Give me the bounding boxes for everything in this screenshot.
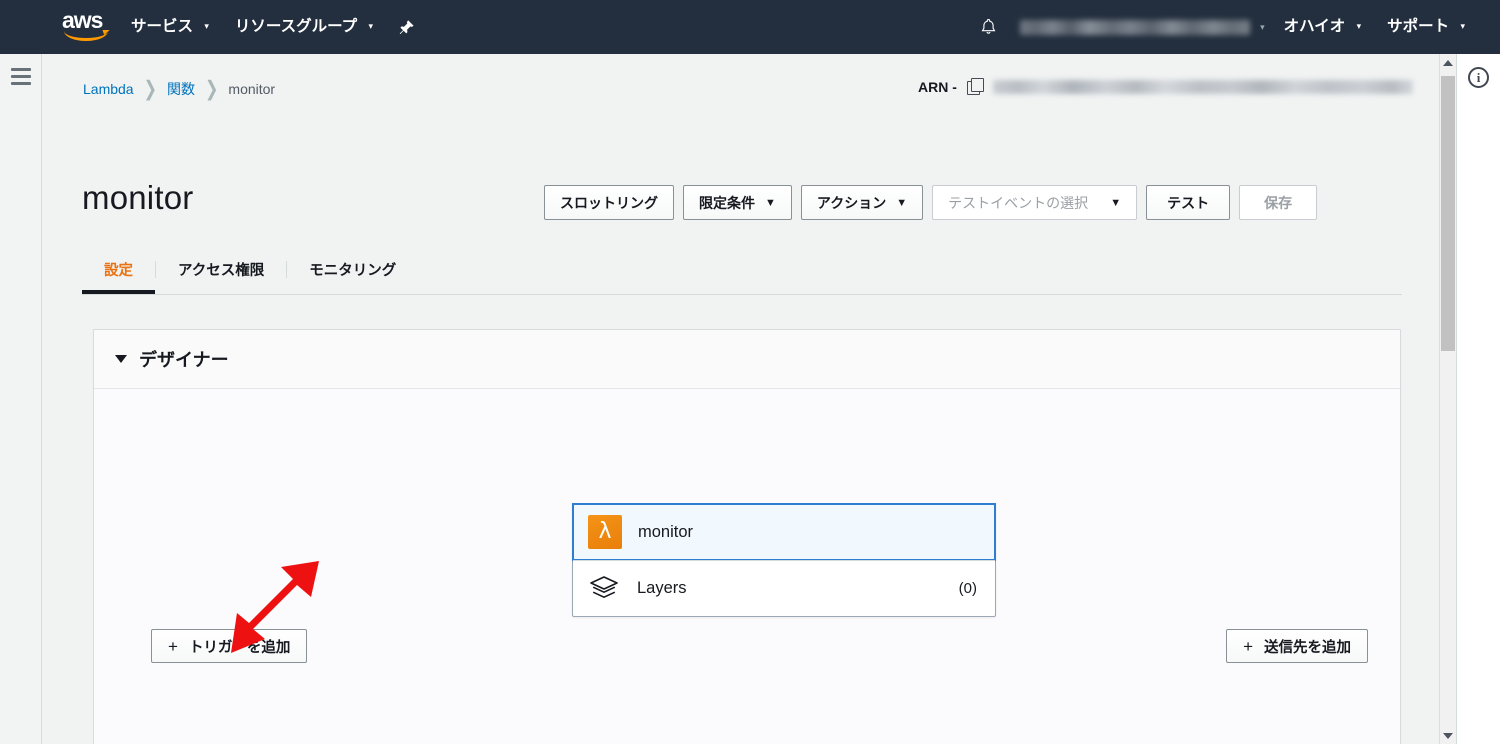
account-menu[interactable]: ▾ xyxy=(1008,0,1271,54)
region-label: オハイオ xyxy=(1283,18,1346,35)
layers-count: (0) xyxy=(958,580,977,597)
lambda-icon: λ xyxy=(588,515,622,549)
add-trigger-button[interactable]: + トリガーを追加 xyxy=(151,629,308,663)
hamburger-bar xyxy=(11,75,31,78)
nav-services[interactable]: サービス ▾ xyxy=(118,0,222,54)
designer-panel-title: デザイナー xyxy=(139,350,229,370)
nav-services-label: サービス xyxy=(131,18,194,35)
layers-node-label: Layers xyxy=(637,579,687,597)
function-node-monitor[interactable]: λ monitor xyxy=(572,503,996,561)
nav-right-group: ▾ オハイオ ▾ サポート ▾ xyxy=(968,0,1500,54)
page-title: monitor xyxy=(82,179,194,216)
main-content-area: Lambda ❯ 関数 ❯ monitor ARN - monitor スロット… xyxy=(42,54,1457,744)
hamburger-icon[interactable] xyxy=(11,68,31,89)
arn-display: ARN - xyxy=(918,78,1413,95)
designer-panel-header[interactable]: デザイナー xyxy=(94,330,1400,389)
tab-permissions-label: アクセス権限 xyxy=(178,263,265,279)
action-toolbar: スロットリング 限定条件 ▼ アクション ▼ テストイベントの選択 ▼ テスト … xyxy=(544,185,1318,220)
left-sidebar-rail xyxy=(0,54,42,744)
tab-monitoring-label: モニタリング xyxy=(309,263,397,279)
test-button[interactable]: テスト xyxy=(1146,185,1231,220)
tab-permissions[interactable]: アクセス権限 xyxy=(156,250,286,294)
tab-monitoring[interactable]: モニタリング xyxy=(287,250,418,294)
plus-icon: + xyxy=(168,636,178,656)
chevron-down-icon: ▼ xyxy=(1110,196,1122,209)
arn-value-redacted xyxy=(992,79,1413,94)
tab-bar-underline xyxy=(82,294,1402,295)
notifications-button[interactable] xyxy=(968,0,1008,54)
chevron-down-icon: ▾ xyxy=(368,21,373,31)
chevron-down-icon: ▾ xyxy=(204,21,209,31)
breadcrumb-separator-icon: ❯ xyxy=(143,78,157,101)
top-navigation-bar: aws サービス ▾ リソースグループ ▾ ▾ オハイオ ▾ サポート ▾ xyxy=(0,0,1500,54)
designer-panel: デザイナー λ monitor Layers (0) + トリガーを追加 + 送… xyxy=(93,329,1401,744)
add-destination-button[interactable]: + 送信先を追加 xyxy=(1226,629,1368,663)
tab-configuration[interactable]: 設定 xyxy=(82,250,155,294)
function-card: λ monitor Layers (0) xyxy=(572,503,996,617)
chevron-down-icon: ▼ xyxy=(896,196,908,209)
breadcrumb-item-functions[interactable]: 関数 xyxy=(167,79,195,99)
nav-resource-groups-label: リソースグループ xyxy=(234,18,358,35)
chevron-down-icon xyxy=(115,355,127,363)
test-event-select-placeholder: テストイベントの選択 xyxy=(948,194,1089,211)
tab-configuration-label: 設定 xyxy=(104,263,133,279)
scrollbar-thumb[interactable] xyxy=(1441,76,1455,351)
breadcrumb-item-lambda[interactable]: Lambda xyxy=(83,81,134,97)
add-trigger-label: トリガーを追加 xyxy=(188,639,291,656)
test-button-label: テスト xyxy=(1167,194,1210,211)
copy-icon[interactable] xyxy=(966,78,984,95)
throttle-button[interactable]: スロットリング xyxy=(544,185,674,220)
right-sidebar-rail: i xyxy=(1456,54,1500,744)
tab-bar: 設定 アクセス権限 モニタリング xyxy=(82,250,1402,295)
qualifier-button-label: 限定条件 xyxy=(699,194,755,211)
breadcrumb-separator-icon: ❯ xyxy=(205,78,219,101)
add-destination-label: 送信先を追加 xyxy=(1264,639,1351,656)
chevron-down-icon: ▾ xyxy=(1260,21,1265,32)
save-button-label: 保存 xyxy=(1264,194,1293,211)
actions-dropdown-button[interactable]: アクション ▼ xyxy=(800,185,924,220)
function-node-layers[interactable]: Layers (0) xyxy=(573,560,995,616)
qualifier-dropdown-button[interactable]: 限定条件 ▼ xyxy=(683,185,792,220)
region-menu[interactable]: オハイオ ▾ xyxy=(1271,0,1375,54)
save-button[interactable]: 保存 xyxy=(1239,185,1318,220)
aws-logo-smile xyxy=(62,30,110,41)
actions-button-label: アクション xyxy=(816,194,887,211)
aws-logo[interactable]: aws xyxy=(62,9,118,45)
throttle-button-label: スロットリング xyxy=(560,194,658,211)
chevron-down-icon: ▾ xyxy=(1356,21,1362,31)
pushpin-icon xyxy=(399,19,414,34)
hamburger-bar xyxy=(11,82,31,85)
layers-stack-icon xyxy=(587,572,621,606)
account-name-redacted xyxy=(1020,19,1251,35)
breadcrumb-item-current: monitor xyxy=(228,81,276,97)
arn-label: ARN - xyxy=(918,78,957,95)
scroll-down-arrow-icon[interactable] xyxy=(1440,727,1456,744)
info-icon[interactable]: i xyxy=(1468,67,1489,88)
bell-icon xyxy=(981,19,995,34)
designer-canvas: λ monitor Layers (0) + トリガーを追加 + 送信先を追加 xyxy=(94,389,1400,744)
hamburger-bar xyxy=(11,68,31,71)
plus-icon: + xyxy=(1243,636,1253,656)
chevron-down-icon: ▼ xyxy=(765,196,776,209)
scroll-up-arrow-icon[interactable] xyxy=(1440,54,1456,71)
page-scrollbar[interactable] xyxy=(1439,54,1456,744)
support-label: サポート xyxy=(1387,18,1450,35)
aws-logo-text: aws xyxy=(62,7,103,33)
chevron-down-icon: ▾ xyxy=(1460,21,1465,31)
nav-resource-groups[interactable]: リソースグループ ▾ xyxy=(222,0,386,54)
pushpin-button[interactable] xyxy=(386,0,426,54)
support-menu[interactable]: サポート ▾ xyxy=(1374,0,1478,54)
function-node-label: monitor xyxy=(638,522,694,541)
test-event-select[interactable]: テストイベントの選択 ▼ xyxy=(932,185,1138,220)
breadcrumb: Lambda ❯ 関数 ❯ monitor xyxy=(83,78,276,101)
